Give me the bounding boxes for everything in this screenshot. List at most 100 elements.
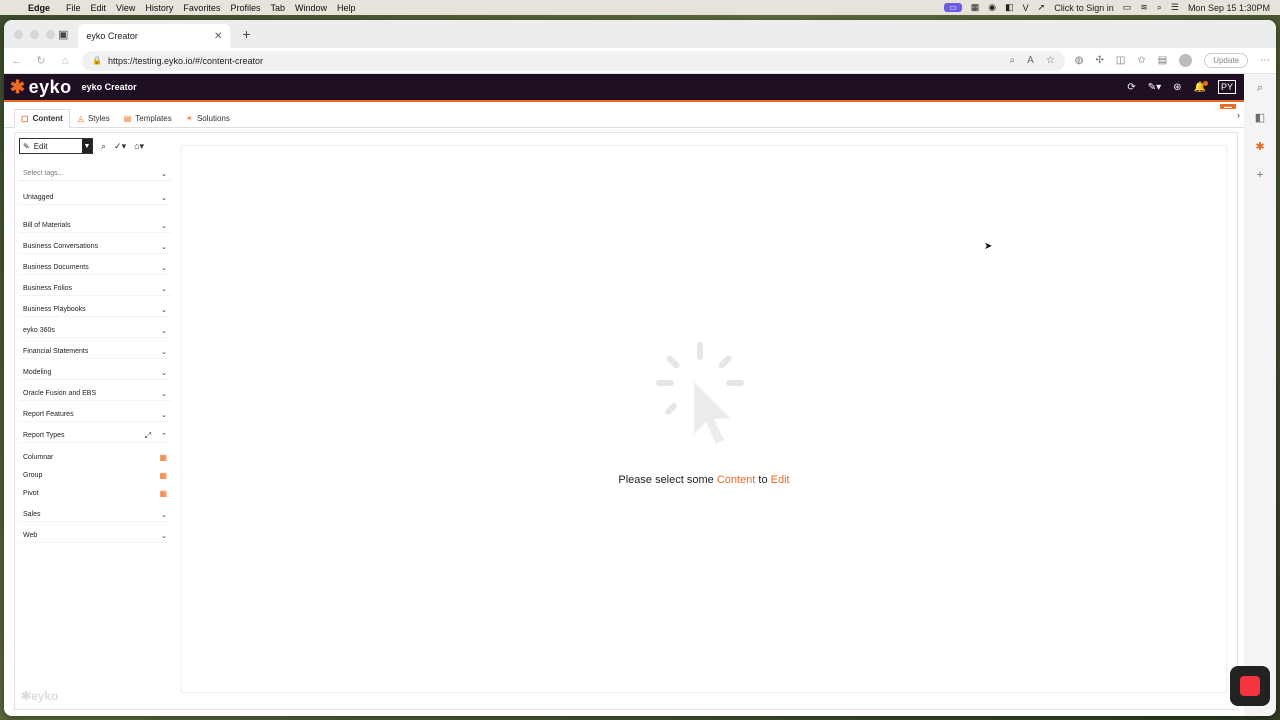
tab-actions-icon[interactable]: ▣ <box>58 28 68 41</box>
menu-edit[interactable]: Edit <box>91 3 115 13</box>
category-business-folios[interactable]: Business Folios ⌄ <box>19 282 171 296</box>
category-report-features[interactable]: Report Features ⌄ <box>19 408 171 422</box>
category-untagged[interactable]: Untagged ⌄ <box>19 191 171 205</box>
menu-window[interactable]: Window <box>295 3 335 13</box>
category-eyko-360s[interactable]: eyko 360s ⌄ <box>19 324 171 338</box>
search-icon[interactable]: ⌕ <box>101 141 106 152</box>
control-center-icon[interactable]: ☰ <box>1171 2 1179 13</box>
add-icon[interactable]: + <box>1257 169 1263 181</box>
address-bar[interactable]: 🔒 https://testing.eyko.io/#/content-crea… <box>82 50 1065 71</box>
maximize-window-button[interactable] <box>46 29 55 39</box>
category-business-playbooks[interactable]: Business Playbooks ⌄ <box>19 303 171 317</box>
close-window-button[interactable] <box>14 29 23 39</box>
menu-app-name[interactable]: Edge <box>28 3 58 13</box>
more-menu-icon[interactable]: ⋯ <box>1260 55 1270 66</box>
menu-help[interactable]: Help <box>337 3 364 13</box>
chevron-down-icon[interactable]: ⌄ <box>161 511 167 519</box>
url-text[interactable]: https://testing.eyko.io/#/content-creato… <box>108 56 263 66</box>
extensions-puzzle-icon[interactable]: ✣ <box>1096 55 1104 66</box>
tag-select[interactable]: Select tags... ⌄ <box>19 167 171 181</box>
menu-view[interactable]: View <box>116 3 143 13</box>
category-business-documents[interactable]: Business Documents ⌄ <box>19 261 171 275</box>
lock-icon[interactable]: 🔒 <box>92 56 102 65</box>
browser-tab[interactable]: eyko Creator ✕ <box>78 24 231 48</box>
chevron-down-icon[interactable]: ⌄ <box>161 306 167 314</box>
sign-in-label[interactable]: Click to Sign in <box>1054 3 1114 13</box>
refresh-icon[interactable]: ↻ <box>34 54 48 67</box>
category-web[interactable]: Web ⌄ <box>19 529 171 543</box>
mode-select-label[interactable]: ✎ Edit <box>20 139 82 153</box>
teams-icon[interactable]: ◧ <box>1005 2 1014 13</box>
category-sales[interactable]: Sales ⌄ <box>19 508 171 522</box>
tag-icon[interactable]: ⌂▾ <box>134 141 144 152</box>
menu-profiles[interactable]: Profiles <box>230 3 268 13</box>
home-icon[interactable]: ⌂ <box>58 55 72 67</box>
favorites-icon[interactable]: ✩ <box>1137 55 1145 66</box>
new-tab-icon[interactable]: + <box>242 26 250 42</box>
chevron-down-icon[interactable]: ⌄ <box>161 170 167 178</box>
battery-icon[interactable]: ▭ <box>1123 2 1132 13</box>
content-item-columnar[interactable]: Columnar ▦ <box>19 450 171 464</box>
minimize-window-button[interactable] <box>30 29 39 39</box>
tab-solutions[interactable]: ☀ Solutions <box>180 110 236 127</box>
vpn-icon[interactable]: V <box>1023 3 1029 13</box>
tab-templates[interactable]: ▤ Templates <box>118 110 178 127</box>
chevron-down-icon[interactable]: ⌄ <box>161 264 167 272</box>
datetime[interactable]: Mon Sep 15 1:30PM <box>1188 3 1270 13</box>
notification-bell-icon[interactable]: 🔔 <box>1194 80 1209 93</box>
wifi-icon[interactable]: ≋ <box>1140 2 1148 13</box>
chevron-down-icon[interactable]: ⌄ <box>161 222 167 230</box>
split-screen-icon[interactable]: ◫ <box>1116 55 1125 66</box>
sign-in-icon[interactable]: ➚ <box>1038 2 1046 13</box>
teams-icon[interactable]: ◧ <box>1255 111 1265 124</box>
chevron-down-icon[interactable]: ⌄ <box>161 285 167 293</box>
sync-icon[interactable]: ⊛ <box>1173 82 1181 93</box>
category-bill-of-materials[interactable]: Bill of Materials ⌄ <box>19 219 171 233</box>
user-settings-icon[interactable]: ✎▾ <box>1148 82 1161 93</box>
chevron-down-icon[interactable]: ⌄ <box>161 243 167 251</box>
chevron-down-icon[interactable]: ⌄ <box>161 327 167 335</box>
refresh-icon[interactable]: ⟳ <box>1127 82 1135 93</box>
tab-styles[interactable]: ◬ Styles <box>72 110 116 127</box>
user-initials-avatar[interactable]: PY <box>1217 80 1236 94</box>
chevron-down-icon[interactable]: ⌄ <box>161 532 167 540</box>
chevron-down-icon[interactable]: ⌄ <box>161 411 167 419</box>
close-tab-icon[interactable]: ✕ <box>214 31 222 42</box>
search-icon[interactable]: ⌕ <box>1257 82 1263 95</box>
grid-icon[interactable]: ▦ <box>971 2 980 13</box>
read-aloud-icon[interactable]: A <box>1027 55 1034 66</box>
category-modeling[interactable]: Modeling ⌄ <box>19 366 171 380</box>
editor-canvas[interactable]: Please select some Content to Edit <box>181 145 1227 693</box>
screen-share-icon[interactable]: ▭ <box>944 3 962 12</box>
extension-icon[interactable]: ◍ <box>1075 55 1084 66</box>
category-financial-statements[interactable]: Financial Statements ⌄ <box>19 345 171 359</box>
stop-recording-button[interactable] <box>1230 666 1270 706</box>
eyko-extension-icon[interactable]: ✱ <box>1255 140 1264 153</box>
category-oracle-fusion-ebs[interactable]: Oracle Fusion and EBS ⌄ <box>19 387 171 401</box>
menu-file[interactable]: File <box>66 3 89 13</box>
caret-down-icon[interactable]: ▼ <box>82 139 92 153</box>
content-item-pivot[interactable]: Pivot ▦ <box>19 486 171 500</box>
category-report-types[interactable]: Report Types ⤢ ⌃ <box>19 429 171 443</box>
search-icon[interactable]: ⌕ <box>1157 2 1162 13</box>
menu-history[interactable]: History <box>145 3 181 13</box>
expand-icon[interactable]: ⤢ <box>145 431 151 441</box>
back-icon[interactable]: ← <box>10 55 24 67</box>
chevron-down-icon[interactable]: ⌄ <box>161 369 167 377</box>
collections-icon[interactable]: ▤ <box>1158 55 1167 66</box>
favorite-star-icon[interactable]: ☆ <box>1046 55 1055 66</box>
zoom-icon[interactable]: ◉ <box>988 2 996 13</box>
chevron-down-icon[interactable]: ⌄ <box>161 348 167 356</box>
update-button[interactable]: Update <box>1204 53 1248 68</box>
chevron-up-icon[interactable]: ⌃ <box>161 432 167 440</box>
check-filter-icon[interactable]: ✓▾ <box>114 141 126 152</box>
chevron-down-icon[interactable]: ⌄ <box>161 390 167 398</box>
zoom-icon[interactable]: ⌕ <box>1010 55 1016 66</box>
mode-select[interactable]: ✎ Edit ▼ <box>19 138 93 154</box>
chevron-right-icon[interactable]: › <box>1237 110 1240 120</box>
chevron-down-icon[interactable]: ⌄ <box>161 194 167 202</box>
content-item-group[interactable]: Group ▦ <box>19 468 171 482</box>
category-business-conversations[interactable]: Business Conversations ⌄ <box>19 240 171 254</box>
menu-favorites[interactable]: Favorites <box>183 3 228 13</box>
profile-avatar[interactable] <box>1179 54 1193 67</box>
